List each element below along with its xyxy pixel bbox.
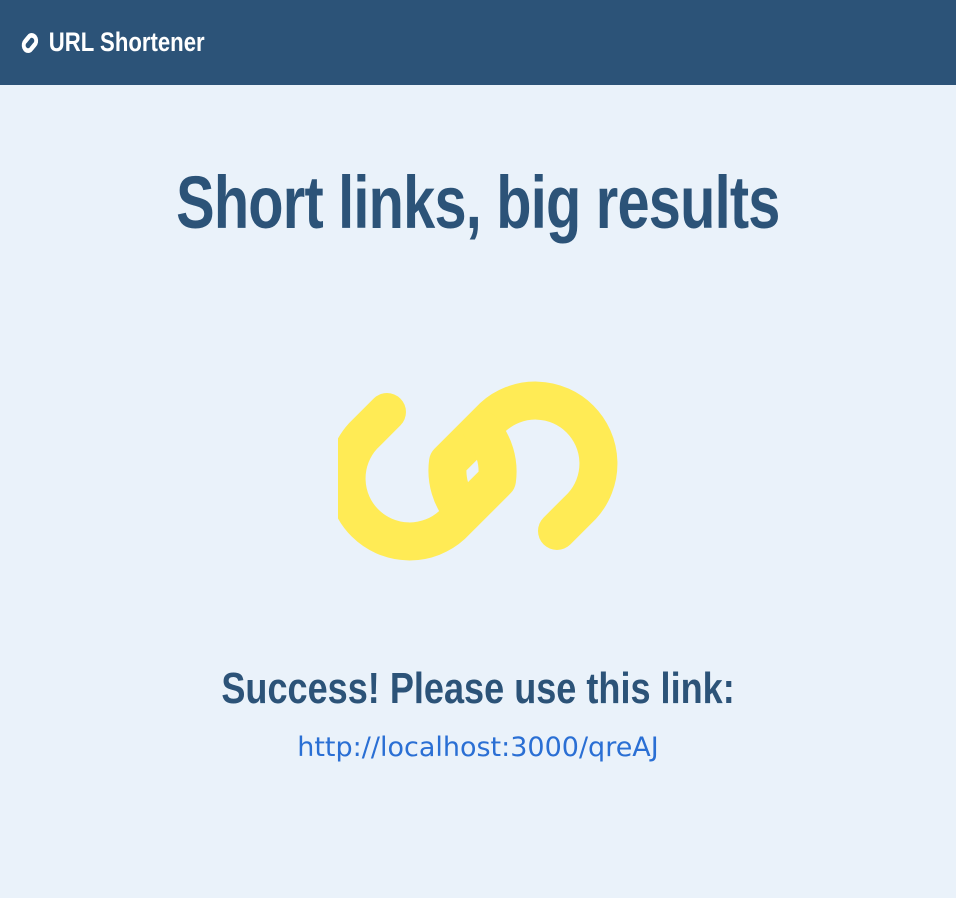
brand-label: URL Shortener [48,27,205,57]
short-link-container: http://localhost:3000/qreAJ [0,730,956,766]
page-title: Short links, big results [176,161,780,244]
link-icon [338,381,618,561]
navbar: URL Shortener [0,0,956,85]
brand-link[interactable]: URL Shortener [16,26,205,60]
short-url-link[interactable]: http://localhost:3000/qreAJ [297,732,659,763]
success-message: Success! Please use this link: [221,664,735,713]
main-content: Short links, big results Success! Please… [0,85,956,898]
link-icon [21,32,39,53]
